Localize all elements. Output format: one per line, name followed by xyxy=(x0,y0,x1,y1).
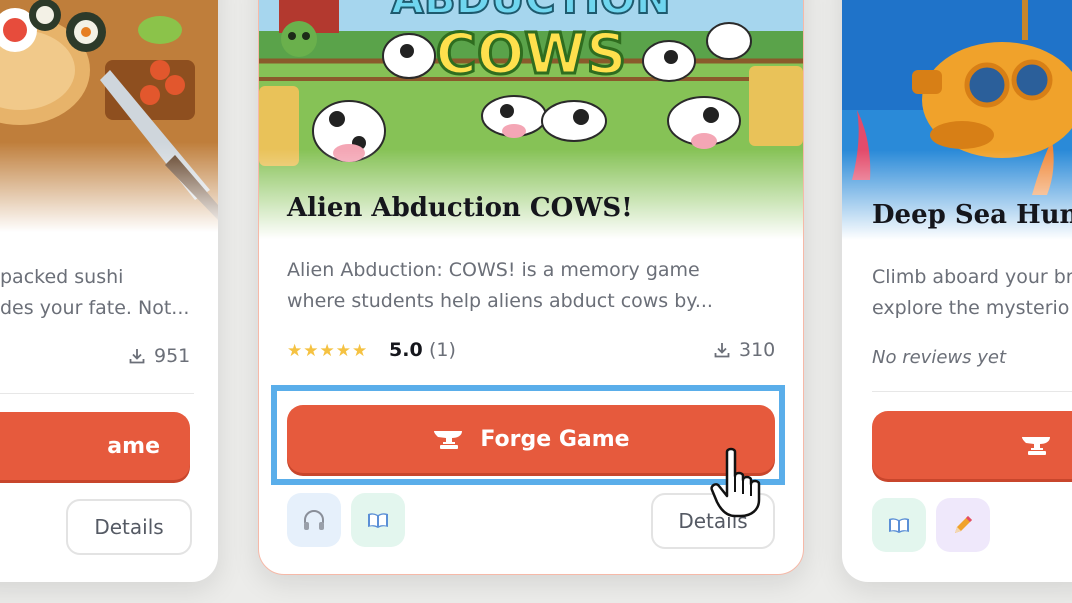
rating-count: (1) xyxy=(429,339,456,361)
download-count: 310 xyxy=(713,339,775,361)
game-thumbnail xyxy=(0,0,218,232)
forge-game-button[interactable]: ame xyxy=(0,412,190,480)
no-reviews-label: No reviews yet xyxy=(872,347,1007,368)
game-title: Alien Abduction COWS! xyxy=(287,193,633,223)
rating-value: 5.0 xyxy=(389,339,423,361)
svg-text:COWS: COWS xyxy=(436,22,627,87)
game-description: packed sushi des your fate. Not... xyxy=(0,266,190,319)
game-description: Climb aboard your br explore the mysteri… xyxy=(872,266,1072,319)
anvil-icon xyxy=(1022,437,1050,455)
game-card-sushi[interactable]: packed sushi des your fate. Not... 951 a… xyxy=(0,0,218,582)
details-button[interactable]: Details xyxy=(66,499,192,555)
headphones-tag[interactable] xyxy=(287,493,341,547)
svg-text:ABDUCTION: ABDUCTION xyxy=(391,0,670,23)
rating-stars: ★★★★★ xyxy=(287,341,369,361)
hand-cursor-icon xyxy=(710,447,761,518)
book-icon xyxy=(889,518,909,533)
book-icon xyxy=(368,513,388,528)
headphones-icon xyxy=(304,510,324,530)
pencil-tag[interactable] xyxy=(936,498,990,552)
game-title: Deep Sea Hunt xyxy=(872,200,1072,230)
forge-game-button[interactable] xyxy=(872,411,1072,479)
pencil-icon xyxy=(955,516,972,533)
download-icon xyxy=(129,349,145,364)
book-tag[interactable] xyxy=(872,498,926,552)
download-icon xyxy=(714,343,730,358)
game-description: Alien Abduction: COWS! is a memory game … xyxy=(287,259,713,312)
download-count: 951 xyxy=(128,345,190,367)
selection-highlight xyxy=(271,385,785,485)
game-card-deep-sea-hunt[interactable]: Deep Sea Hunt Climb aboard your br explo… xyxy=(842,0,1072,582)
book-tag[interactable] xyxy=(351,493,405,547)
